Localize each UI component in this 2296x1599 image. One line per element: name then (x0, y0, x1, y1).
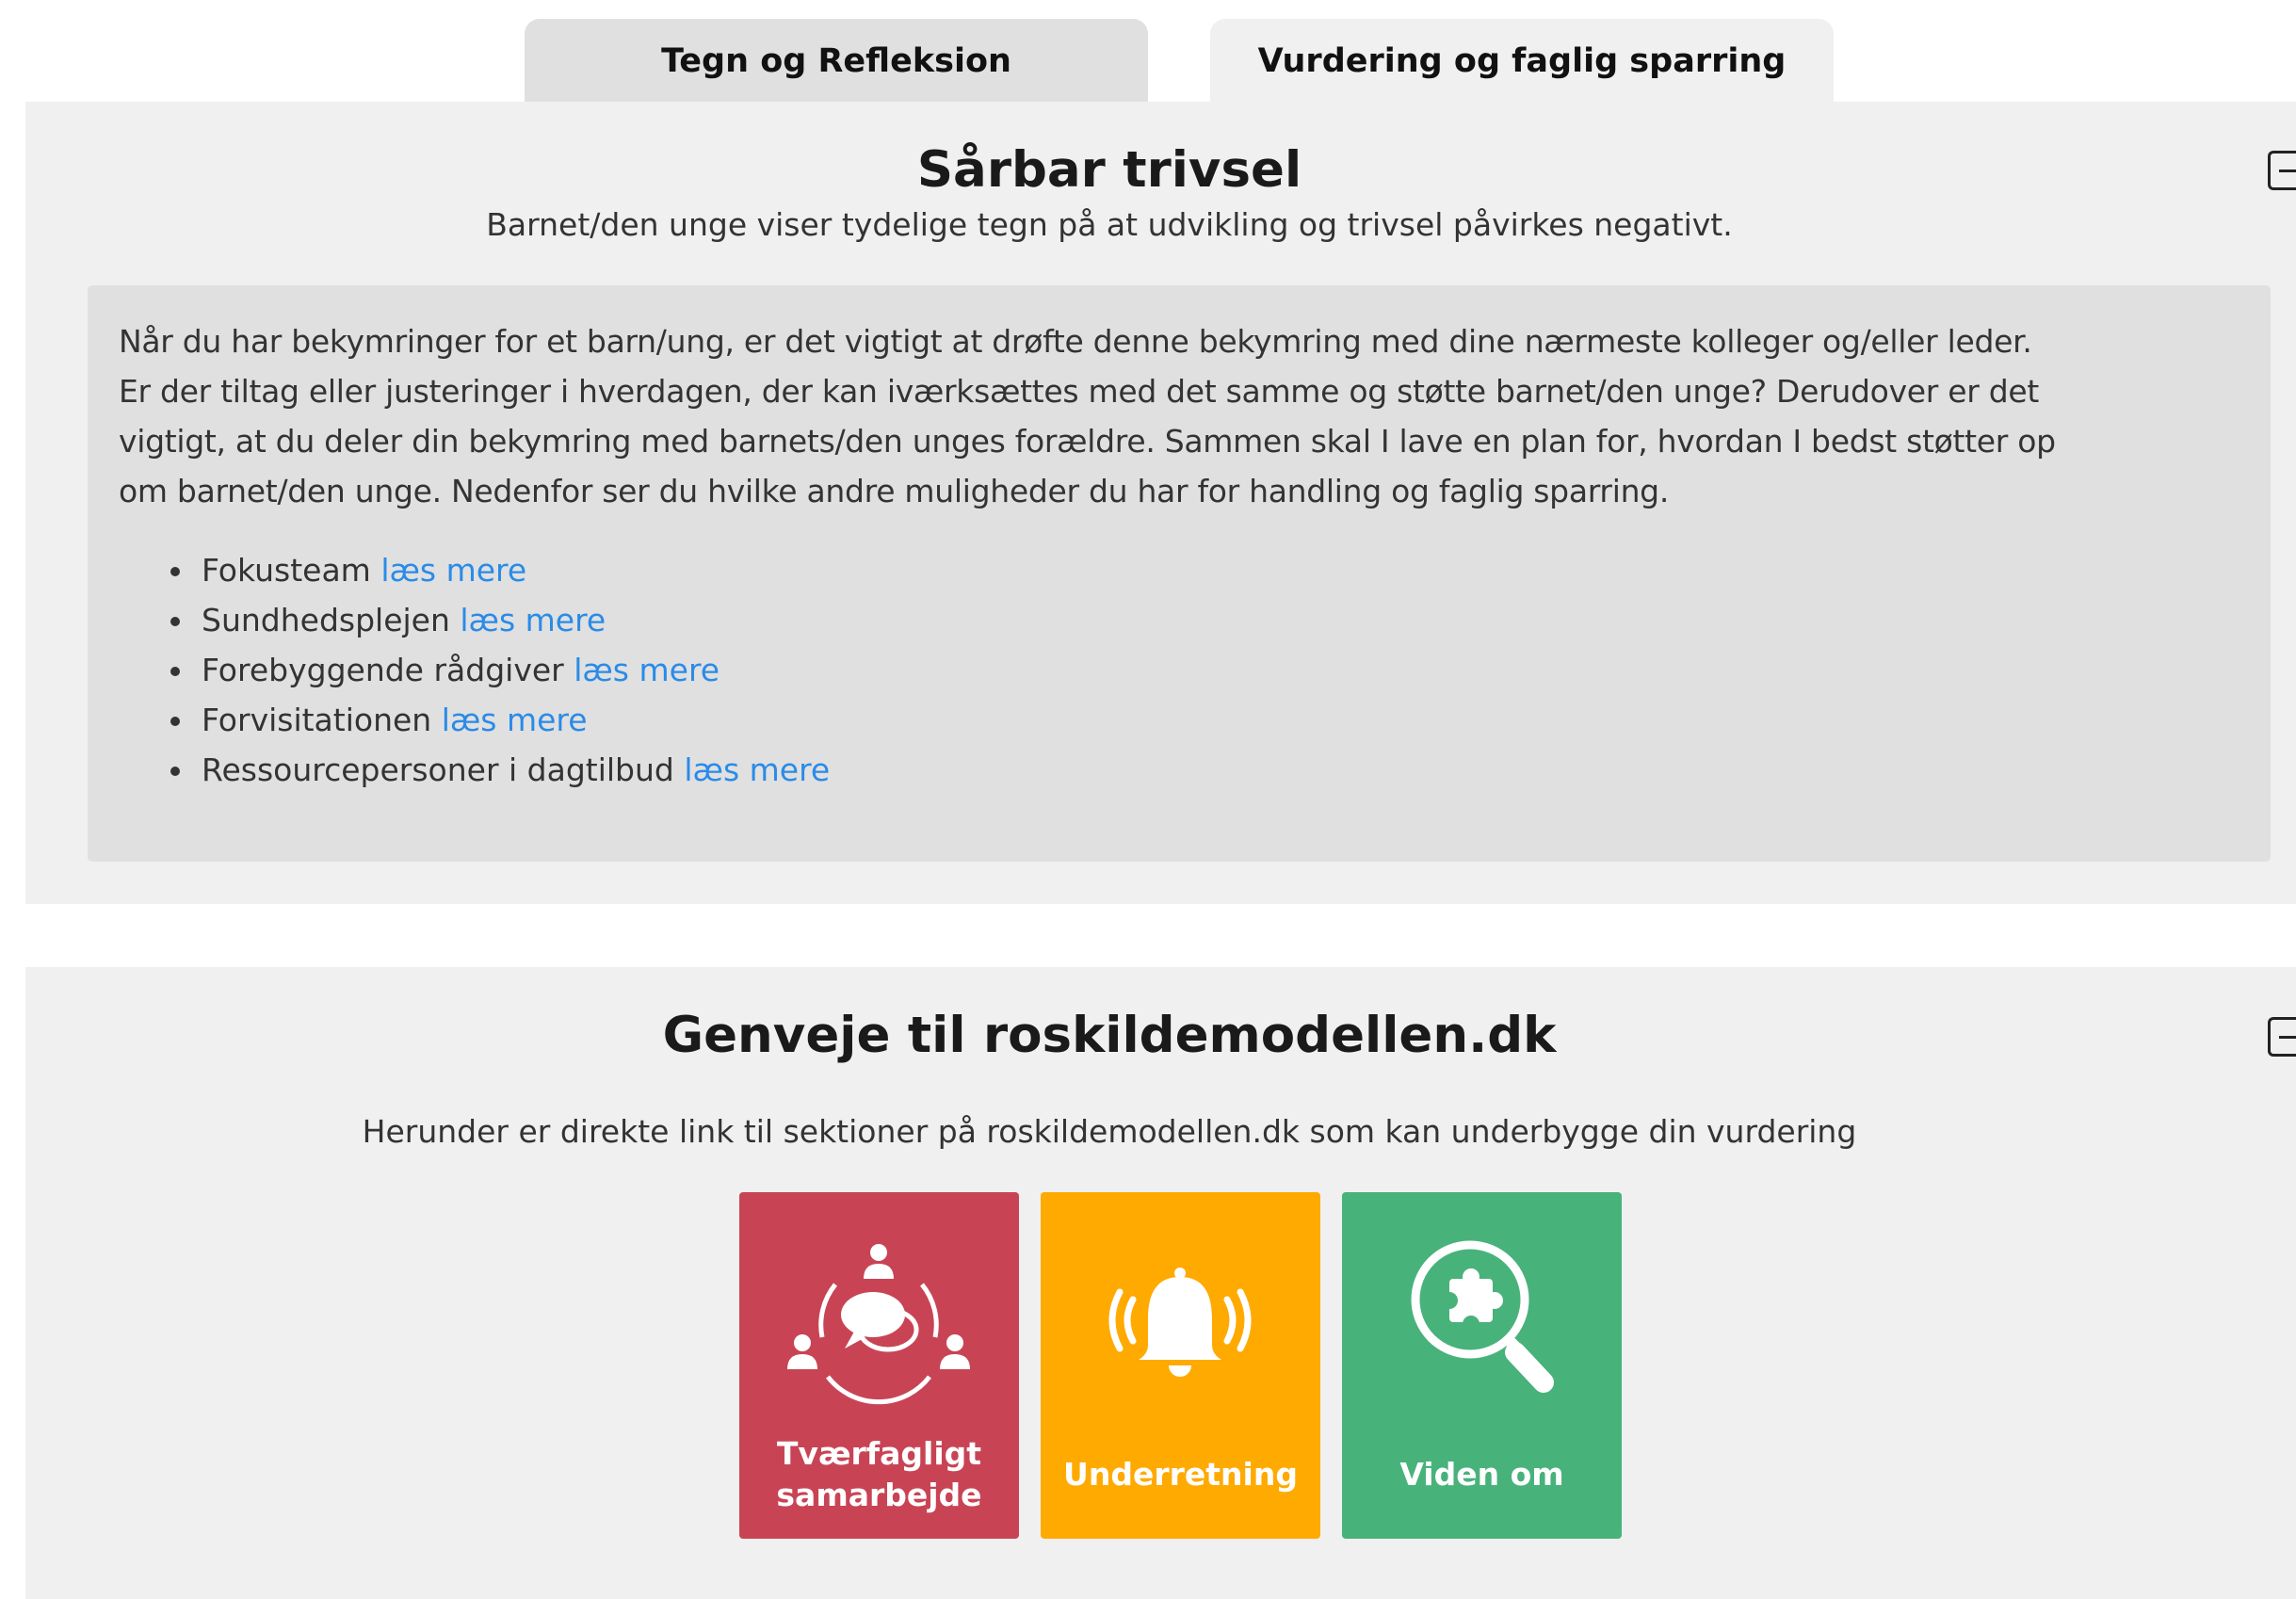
collapse-icon[interactable] (2268, 1017, 2296, 1057)
list-item: Forvisitationen læs mere (119, 695, 830, 745)
guidance-line: om barnet/den unge. Nedenfor ser du hvil… (119, 473, 1670, 509)
shortcuts-subtitle: Herunder er direkte link til sektioner p… (362, 1113, 1857, 1150)
tab-tegn-og-refleksion[interactable]: Tegn og Refleksion (525, 19, 1148, 103)
collaboration-icon (787, 1244, 970, 1405)
option-label: Ressourcepersoner i dagtilbud (202, 751, 674, 788)
guidance-line: vigtigt, at du deler din bekymring med b… (119, 423, 2056, 460)
assessment-subtitle: Barnet/den unge viser tydelige tegn på a… (486, 206, 1733, 243)
list-item: Fokusteam læs mere (119, 545, 830, 595)
tile-label: Viden om (1399, 1456, 1564, 1493)
tile-label: Tværfagligt samarbejde (776, 1435, 982, 1513)
read-more-link[interactable]: læs mere (460, 602, 606, 638)
read-more-link[interactable]: læs mere (684, 751, 830, 788)
list-item: Sundhedsplejen læs mere (119, 595, 830, 645)
bullet-icon (170, 667, 180, 676)
tile-tvaerfagligt-samarbejde[interactable]: Tværfagligt samarbejde (739, 1192, 1019, 1539)
shortcuts-title: Genveje til roskildemodellen.dk (662, 1007, 1557, 1064)
tile-viden-om[interactable]: Viden om (1342, 1192, 1622, 1539)
bell-icon (1108, 1268, 1252, 1377)
assessment-panel: Sårbar trivsel Barnet/den unge viser tyd… (25, 102, 2296, 904)
guidance-box: Når du har bekymringer for et barn/ung, … (88, 285, 2271, 862)
option-list: Fokusteam læs mere Sundhedsplejen læs me… (119, 545, 830, 795)
bullet-icon (170, 767, 180, 776)
read-more-link[interactable]: læs mere (574, 652, 720, 688)
list-item: Forebyggende rådgiver læs mere (119, 645, 830, 695)
assessment-title: Sårbar trivsel (916, 141, 1302, 199)
option-label: Fokusteam (202, 552, 371, 589)
bullet-icon (170, 617, 180, 626)
tile-label: Underretning (1063, 1456, 1298, 1493)
guidance-text: Når du har bekymringer for et barn/ung, … (119, 316, 2256, 516)
option-label: Sundhedsplejen (202, 602, 450, 638)
list-item: Ressourcepersoner i dagtilbud læs mere (119, 745, 830, 795)
tile-underretning[interactable]: Underretning (1041, 1192, 1320, 1539)
option-label: Forvisitationen (202, 702, 432, 738)
bullet-icon (170, 567, 180, 576)
search-puzzle-icon (1411, 1240, 1554, 1393)
bullet-icon (170, 717, 180, 726)
shortcuts-panel: Genveje til roskildemodellen.dk Herunder… (25, 967, 2296, 1599)
read-more-link[interactable]: læs mere (380, 552, 526, 589)
read-more-link[interactable]: læs mere (442, 702, 588, 738)
tab-vurdering-og-faglig-sparring[interactable]: Vurdering og faglig sparring (1210, 19, 1834, 103)
collapse-icon[interactable] (2268, 151, 2296, 190)
guidance-line: Når du har bekymringer for et barn/ung, … (119, 323, 2032, 360)
option-label: Forebyggende rådgiver (202, 652, 564, 688)
guidance-line: Er der tiltag eller justeringer i hverda… (119, 373, 2040, 410)
